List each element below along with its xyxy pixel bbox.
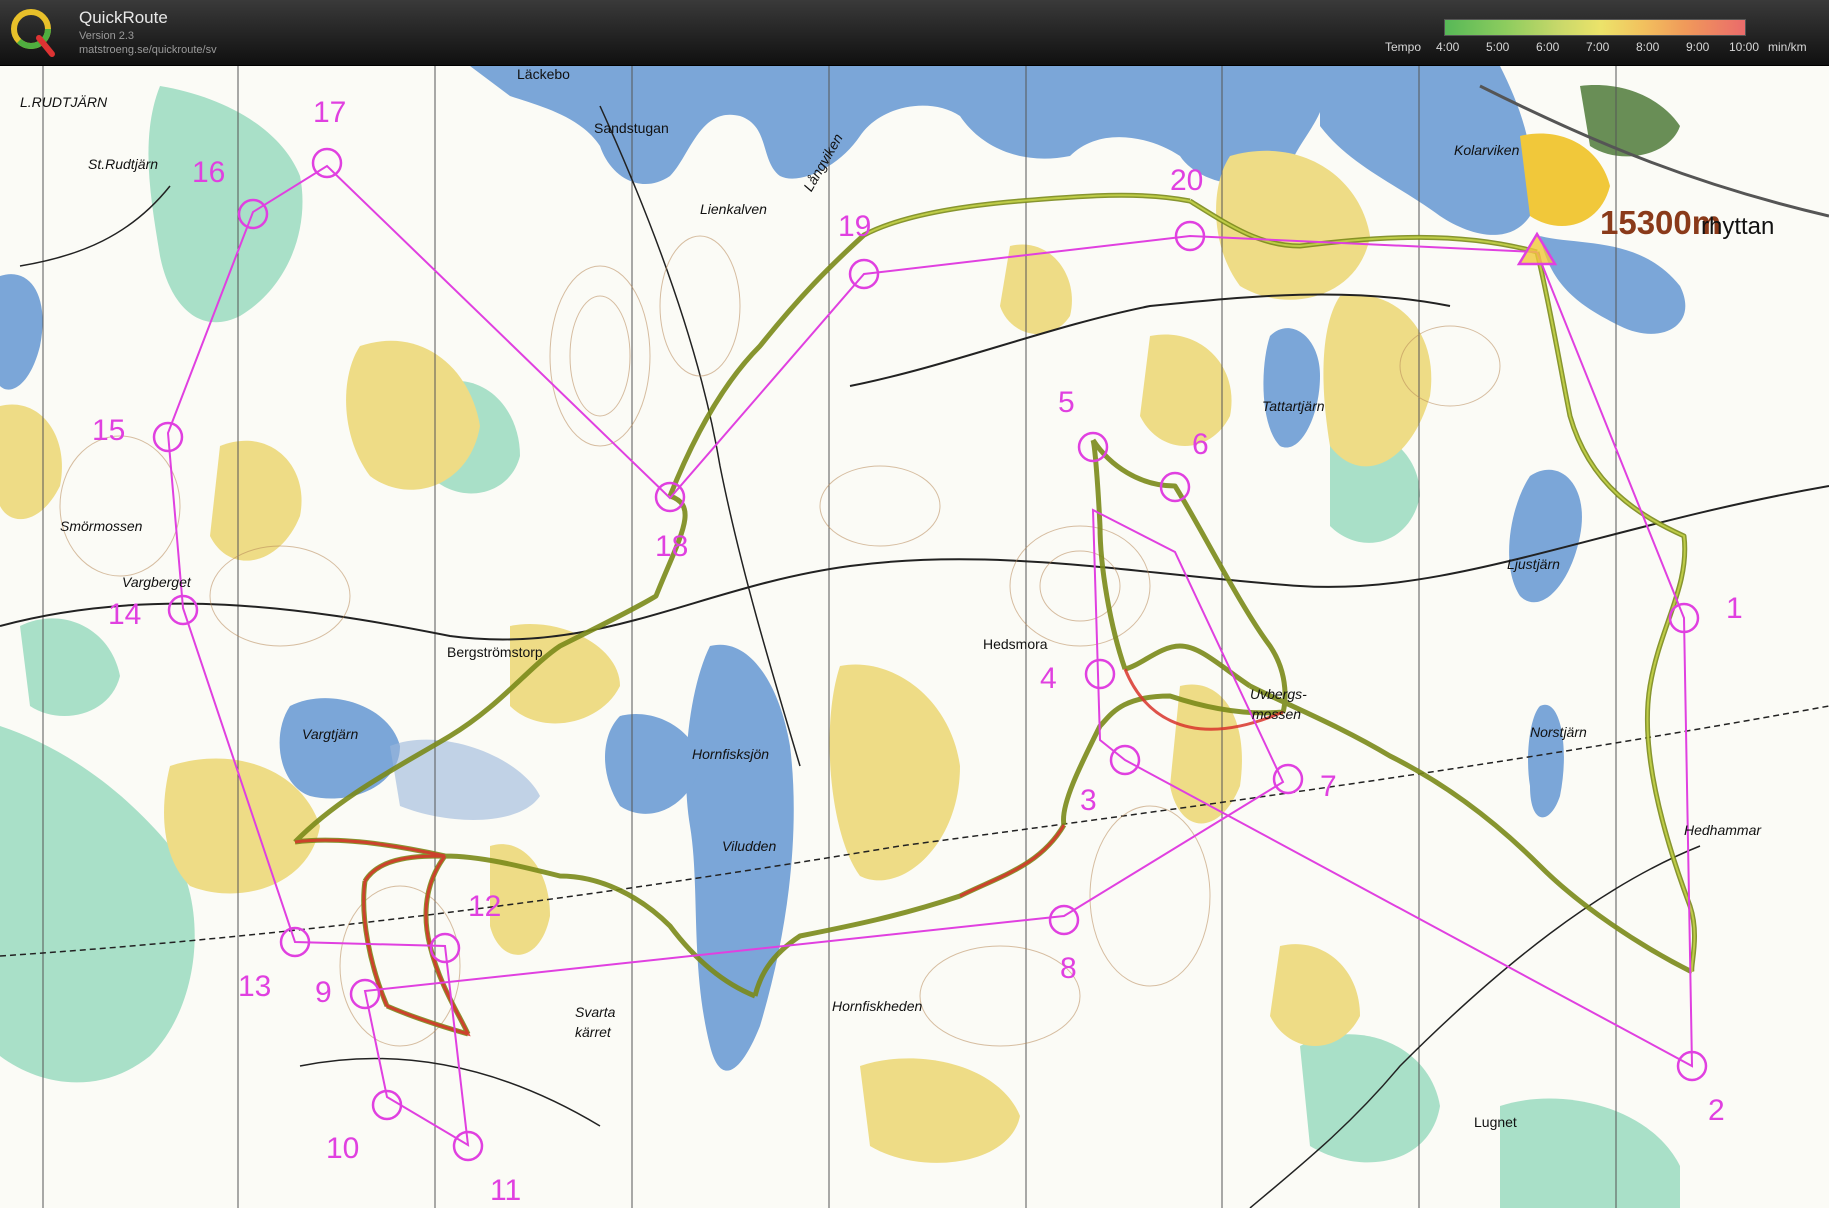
open-land-7 — [1140, 334, 1232, 446]
green-nw — [148, 86, 303, 323]
control-circle-4[interactable] — [1084, 658, 1116, 690]
tempo-label: Tempo — [1385, 40, 1422, 54]
place-name-lackebo: Läckebo — [517, 66, 570, 82]
open-land-9 — [1323, 294, 1432, 467]
app-title: QuickRoute — [79, 8, 168, 27]
tempo-tick-5: 9:00 — [1686, 40, 1710, 54]
control-number-3: 3 — [1080, 784, 1097, 817]
app-version: Version 2.3 — [79, 30, 135, 42]
place-name-tattartjarn: Tattartjärn — [1262, 398, 1325, 414]
control-circle-17[interactable] — [311, 147, 343, 179]
tempo-tick-0: 4:00 — [1436, 40, 1460, 54]
place-name-viludden: Viludden — [722, 838, 777, 854]
top-bar: QuickRoute Version 2.3 matstroeng.se/qui… — [0, 0, 1829, 66]
tempo-legend: Tempo 4:00 5:00 6:00 7:00 8:00 9:00 10:0… — [1380, 18, 1820, 58]
quickroute-window: QuickRoute Version 2.3 matstroeng.se/qui… — [0, 0, 1829, 1208]
control-number-17: 17 — [313, 96, 347, 129]
lake-hornfisk-west — [605, 714, 700, 814]
control-circle-8[interactable] — [1048, 904, 1080, 936]
place-name-hornfisksjon: Hornfisksjön — [692, 746, 770, 762]
place-name-sandstugan: Sandstugan — [594, 120, 669, 136]
place-name-l-rudtjarn: L.RUDTJÄRN — [20, 94, 108, 110]
place-name-hornfiskheden: Hornfiskheden — [832, 998, 923, 1014]
lake-west — [0, 274, 43, 390]
lake-vargtjarn — [279, 698, 400, 799]
place-name-lugnet: Lugnet — [1474, 1114, 1517, 1130]
marsh-vargtjarn — [390, 739, 540, 820]
place-name-smormossen: Smörmossen — [60, 518, 143, 534]
orienteering-map[interactable]: 1 2 3 4 5 6 7 8 9 10 11 12 13 14 15 16 1… — [0, 66, 1829, 1208]
place-name-rhyttan: rhyttan — [1701, 213, 1775, 240]
place-name-norstjarn: Norstjärn — [1530, 724, 1587, 740]
green-sw — [0, 726, 195, 1083]
place-name-svarta-1: Svarta — [575, 1004, 616, 1020]
open-land-12 — [1270, 944, 1360, 1046]
lake-tattartjarn — [1263, 328, 1320, 448]
control-number-2: 2 — [1708, 1094, 1725, 1127]
control-number-7: 7 — [1320, 770, 1337, 803]
open-land-8 — [1216, 150, 1370, 300]
place-name-hedsmora: Hedsmora — [983, 636, 1048, 652]
place-name-svarta-2: kärret — [575, 1024, 611, 1040]
green-se2 — [1500, 1098, 1680, 1208]
tempo-tick-3: 7:00 — [1586, 40, 1610, 54]
app-url: matstroeng.se/quickroute/sv — [79, 44, 217, 56]
tempo-tick-2: 6:00 — [1536, 40, 1560, 54]
control-number-6: 6 — [1192, 428, 1209, 461]
place-name-hedhammar: Hedhammar — [1684, 822, 1762, 838]
control-number-18: 18 — [655, 530, 689, 563]
control-number-1: 1 — [1726, 592, 1743, 625]
map-canvas — [0, 66, 1829, 1208]
place-name-vargberget: Vargberget — [122, 574, 191, 590]
control-number-16: 16 — [192, 156, 226, 189]
place-name-bergstromstorp: Bergströmstorp — [447, 644, 543, 660]
place-name-lienkalven: Lienkalven — [700, 201, 767, 217]
control-circle-7[interactable] — [1272, 763, 1304, 795]
place-name-vargtjarn: Vargtjärn — [302, 726, 359, 742]
lake-east — [1540, 236, 1686, 334]
place-name-uvbergsmossen-2: mossen — [1252, 706, 1302, 722]
open-land-1 — [346, 340, 480, 490]
place-name-ljustjarn: Ljustjärn — [1507, 556, 1560, 572]
open-land-11 — [860, 1058, 1020, 1163]
control-number-15: 15 — [92, 414, 126, 447]
tempo-tick-6: 10:00 — [1729, 40, 1760, 54]
tempo-unit: min/km — [1768, 40, 1807, 54]
lake-norstjarn — [1528, 704, 1564, 818]
control-number-12: 12 — [468, 890, 502, 923]
tempo-tick-1: 5:00 — [1486, 40, 1510, 54]
control-number-19: 19 — [838, 210, 872, 243]
control-number-5: 5 — [1058, 386, 1075, 419]
control-number-13: 13 — [238, 970, 272, 1003]
place-name-st-rudtjarn: St.Rudtjärn — [88, 156, 159, 172]
control-number-11: 11 — [490, 1174, 522, 1207]
open-land-5 — [829, 664, 960, 881]
quickroute-logo-icon — [11, 9, 55, 57]
tempo-tick-4: 8:00 — [1636, 40, 1660, 54]
control-number-9: 9 — [315, 976, 332, 1009]
settlement-green — [1580, 85, 1680, 157]
control-number-8: 8 — [1060, 952, 1077, 985]
lake-ljustjarn — [1509, 469, 1582, 603]
tempo-color-scale — [1444, 19, 1746, 36]
lake-hornfisksjon — [686, 644, 794, 1071]
place-name-kolarviken: Kolarviken — [1454, 142, 1520, 158]
course-lines — [166, 164, 1694, 1147]
open-land-2 — [210, 440, 302, 561]
control-number-10: 10 — [326, 1132, 360, 1165]
place-name-uvbergsmossen-1: Uvbergs- — [1250, 686, 1307, 702]
green-w — [20, 618, 120, 716]
open-land-13 — [0, 404, 62, 520]
control-number-4: 4 — [1040, 662, 1057, 695]
control-number-14: 14 — [108, 598, 142, 631]
control-number-20: 20 — [1170, 164, 1204, 197]
